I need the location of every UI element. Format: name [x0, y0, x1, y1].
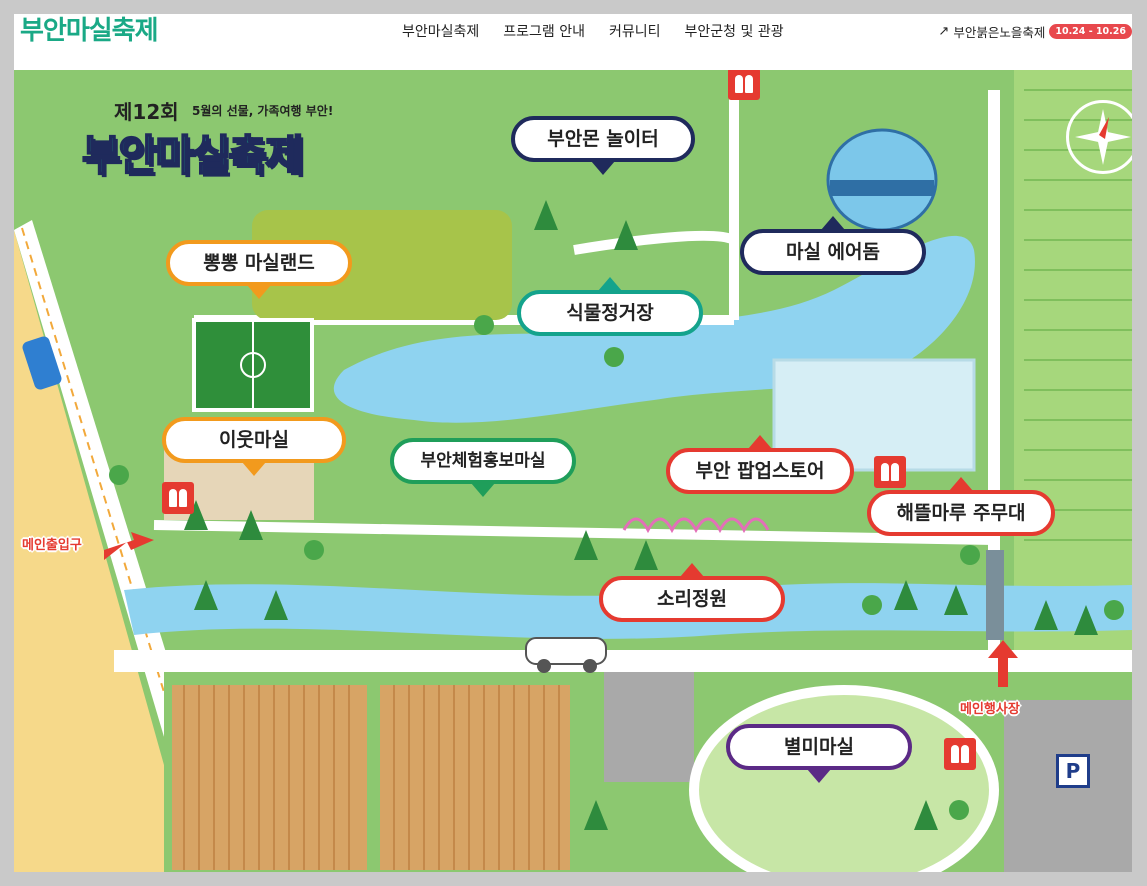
callout-label: 이웃마실	[219, 429, 289, 451]
callout-sound-garden[interactable]: 소리정원	[599, 563, 785, 622]
callout-label: 해뜰마루 주무대	[896, 502, 1026, 524]
compass-icon	[1066, 100, 1132, 174]
callout-ppongppong-land[interactable]: 뽕뽕 마실랜드	[166, 240, 352, 299]
parking-icon: P	[1056, 754, 1090, 788]
callout-tail	[949, 477, 973, 491]
callout-tail	[680, 563, 704, 577]
nav-festival[interactable]: 부안마실축제	[390, 14, 491, 50]
callout-tail	[821, 216, 845, 230]
callout-main-stage[interactable]: 해뜰마루 주무대	[867, 477, 1055, 536]
callout-plant-station[interactable]: 식물정거장	[517, 277, 703, 336]
festival-map: 제12회 5월의 선물, 가족여행 부안! 부안마실축제 부안몬 놀이터 마실 …	[14, 70, 1132, 872]
callout-tail	[598, 277, 622, 291]
nav-county-tourism[interactable]: 부안군청 및 관광	[673, 14, 796, 50]
callout-tail	[471, 483, 495, 497]
callout-label: 뽕뽕 마실랜드	[203, 252, 315, 274]
external-festival-link[interactable]: ↗ 부안붉은노을축제 10.24 - 10.26	[938, 22, 1132, 41]
callout-neighbor-masil[interactable]: 이웃마실	[162, 417, 346, 476]
external-link-label: 부안붉은노을축제	[953, 25, 1046, 40]
external-arrow-icon: ↗	[938, 24, 950, 39]
festival-tagline: 5월의 선물, 가족여행 부안!	[192, 104, 334, 118]
callout-label: 부안 팝업스토어	[695, 460, 825, 482]
callout-tail	[591, 161, 615, 175]
callout-label: 부안몬 놀이터	[547, 128, 659, 150]
callout-tail	[247, 285, 271, 299]
callout-air-dome[interactable]: 마실 에어돔	[740, 216, 926, 275]
callout-byeolmi-masil[interactable]: 별미마실	[726, 724, 912, 783]
callout-label: 마실 에어돔	[785, 241, 880, 263]
callout-label: 부안체험홍보마실	[420, 451, 546, 471]
main-nav: 부안마실축제 프로그램 안내 커뮤니티 부안군청 및 관광	[390, 14, 796, 50]
site-logo[interactable]: 부안마실축제	[20, 14, 159, 48]
main-entrance-label: 메인출입구	[22, 538, 82, 553]
callout-experience-promo[interactable]: 부안체험홍보마실	[390, 438, 576, 497]
callout-tail	[242, 462, 266, 476]
main-venue-label: 메인행사장	[960, 702, 1020, 717]
restroom-icon	[162, 482, 194, 514]
callout-tail	[807, 769, 831, 783]
restroom-icon	[728, 70, 760, 100]
festival-edition: 제12회	[114, 100, 179, 124]
callout-label: 식물정거장	[566, 302, 654, 324]
callout-tail	[748, 435, 772, 449]
restroom-icon	[874, 456, 906, 488]
festival-title: 부안마실축제	[81, 130, 305, 181]
top-navigation-bar: 부안마실축제 부안마실축제 프로그램 안내 커뮤니티 부안군청 및 관광 ↗ 부…	[14, 14, 1132, 70]
restroom-icon	[944, 738, 976, 770]
callout-buanmon-playground[interactable]: 부안몬 놀이터	[511, 116, 695, 175]
callout-popup-store[interactable]: 부안 팝업스토어	[666, 435, 854, 494]
callout-label: 별미마실	[784, 736, 854, 758]
browser-frame: 부안마실축제 부안마실축제 프로그램 안내 커뮤니티 부안군청 및 관광 ↗ 부…	[14, 14, 1132, 872]
callout-label: 소리정원	[657, 588, 727, 610]
nav-community[interactable]: 커뮤니티	[597, 14, 673, 50]
date-badge: 10.24 - 10.26	[1049, 24, 1132, 39]
nav-program[interactable]: 프로그램 안내	[491, 14, 597, 50]
